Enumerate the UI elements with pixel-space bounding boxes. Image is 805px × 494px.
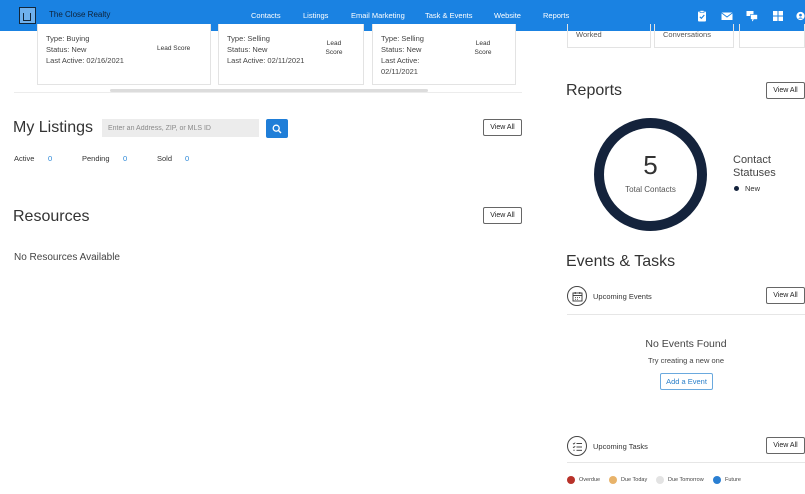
lead-score-line: Lead bbox=[475, 40, 491, 47]
lead-score-label: Lead Score bbox=[472, 39, 494, 57]
events-view-all-button[interactable]: View All bbox=[766, 287, 805, 304]
chat-icon[interactable] bbox=[745, 9, 759, 22]
clipboard-check-icon[interactable] bbox=[695, 9, 709, 22]
divider bbox=[14, 92, 522, 93]
no-events-text: No Events Found bbox=[645, 338, 727, 350]
stat-active-label: Active bbox=[14, 154, 35, 163]
task-list-icon bbox=[567, 436, 587, 456]
contact-card[interactable]: Type: Selling Status: New Last Active: 0… bbox=[218, 24, 364, 85]
legend-dot-new bbox=[734, 186, 739, 191]
contact-status: Status: New bbox=[381, 45, 422, 54]
nav-contacts[interactable]: Contacts bbox=[251, 11, 281, 20]
contact-card[interactable]: Type: Selling Status: New Last Active: 0… bbox=[372, 24, 516, 85]
nav-task-events[interactable]: Task & Events bbox=[425, 11, 473, 20]
lead-score-line: Score bbox=[325, 49, 343, 56]
listings-view-all-button[interactable]: View All bbox=[483, 119, 522, 136]
listings-title: My Listings bbox=[13, 119, 94, 136]
events-tasks-title: Events & Tasks bbox=[566, 253, 676, 270]
brand-name[interactable]: The Close Realty bbox=[49, 10, 110, 19]
stat-card-label: Worked bbox=[576, 30, 602, 39]
divider bbox=[567, 462, 805, 463]
contact-last-active: Last Active: 02/11/2021 bbox=[227, 56, 305, 65]
due-today-legend-dot bbox=[609, 476, 617, 484]
stat-card[interactable] bbox=[739, 24, 805, 48]
stat-card-conversations[interactable]: Conversations bbox=[654, 24, 734, 48]
grid-icon[interactable] bbox=[771, 9, 785, 22]
overdue-legend-label: Overdue bbox=[579, 477, 601, 483]
resources-title: Resources bbox=[13, 208, 90, 225]
lead-score-label: Lead Score bbox=[157, 45, 191, 52]
nav-reports[interactable]: Reports bbox=[543, 11, 569, 20]
due-today-legend-label: Due Today bbox=[621, 477, 648, 483]
legend-label-new: New bbox=[745, 184, 761, 193]
mail-icon[interactable] bbox=[720, 9, 734, 22]
search-button[interactable] bbox=[266, 119, 288, 138]
divider bbox=[567, 314, 805, 315]
reports-view-all-button[interactable]: View All bbox=[766, 82, 805, 99]
nav-listings[interactable]: Listings bbox=[303, 11, 328, 20]
stat-sold-label: Sold bbox=[157, 154, 173, 163]
resources-view-all-button[interactable]: View All bbox=[483, 207, 522, 224]
contact-status: Status: New bbox=[46, 45, 87, 54]
contact-statuses-legend-title: Contact Statuses bbox=[733, 154, 776, 179]
calendar-icon bbox=[567, 286, 587, 306]
user-circle-icon[interactable] bbox=[796, 9, 805, 22]
try-creating-text: Try creating a new one bbox=[647, 356, 724, 365]
total-contacts-value: 5 bbox=[643, 150, 658, 180]
due-tomorrow-legend-dot bbox=[656, 476, 664, 484]
brand-logo-icon[interactable] bbox=[19, 7, 36, 24]
tasks-view-all-button[interactable]: View All bbox=[766, 437, 805, 454]
overdue-legend-dot bbox=[567, 476, 575, 484]
contact-type: Type: Selling bbox=[227, 34, 270, 43]
stat-card-worked[interactable]: Worked bbox=[567, 24, 651, 48]
contact-status: Status: New bbox=[227, 45, 268, 54]
lead-score-line: Lead bbox=[326, 40, 342, 47]
contact-last-active: Last Active: bbox=[381, 56, 420, 65]
stat-pending-label: Pending bbox=[82, 154, 110, 163]
contact-type: Type: Selling bbox=[381, 34, 424, 43]
lead-score-line: Score bbox=[474, 49, 492, 56]
reports-title: Reports bbox=[566, 82, 623, 99]
stat-sold-value[interactable]: 0 bbox=[185, 154, 189, 163]
contact-card[interactable]: Type: Buying Status: New Last Active: 02… bbox=[37, 24, 211, 85]
total-contacts-label: Total Contacts bbox=[625, 185, 676, 194]
stat-card-label: Conversations bbox=[663, 30, 711, 39]
contact-last-active: Last Active: 02/16/2021 bbox=[46, 56, 124, 65]
stat-pending-value[interactable]: 0 bbox=[123, 154, 127, 163]
lead-score-label: Lead Score bbox=[323, 39, 345, 57]
future-legend-label: Future bbox=[725, 477, 741, 483]
nav-email-marketing[interactable]: Email Marketing bbox=[351, 11, 405, 20]
stat-active-value[interactable]: 0 bbox=[48, 154, 52, 163]
future-legend-dot bbox=[713, 476, 721, 484]
resources-empty-text: No Resources Available bbox=[14, 252, 120, 263]
nav-website[interactable]: Website bbox=[494, 11, 521, 20]
contact-last-active-date: 02/11/2021 bbox=[381, 67, 418, 76]
contact-type: Type: Buying bbox=[46, 34, 90, 43]
upcoming-events-title: Upcoming Events bbox=[593, 292, 652, 301]
add-event-button[interactable]: Add a Event bbox=[660, 373, 713, 390]
search-icon bbox=[272, 124, 282, 133]
listing-search-input[interactable] bbox=[102, 119, 259, 137]
due-tomorrow-legend-label: Due Tomorrow bbox=[668, 477, 704, 483]
upcoming-tasks-title: Upcoming Tasks bbox=[593, 442, 648, 451]
